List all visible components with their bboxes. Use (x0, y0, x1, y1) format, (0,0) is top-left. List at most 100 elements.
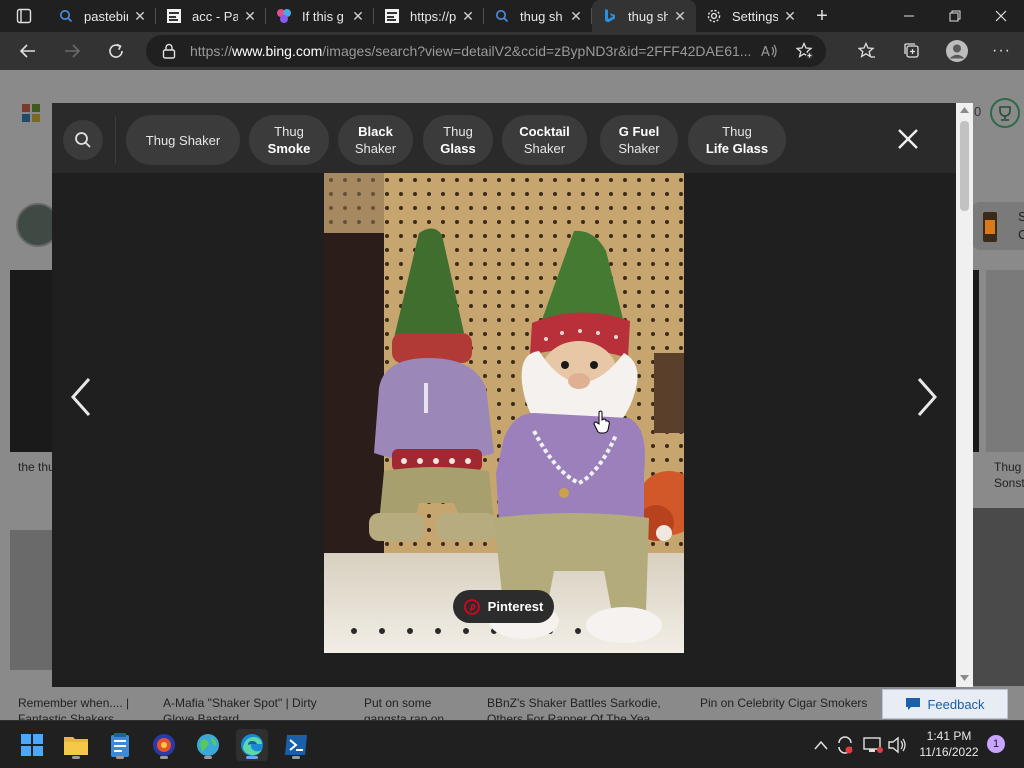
restore-button[interactable] (932, 0, 978, 32)
result-image[interactable] (10, 270, 52, 452)
windows-logo-icon (21, 734, 43, 756)
result-image[interactable] (10, 530, 52, 670)
related-chip-cocktail-shaker[interactable]: Cocktail Shaker (502, 115, 587, 165)
tray-update-icon[interactable] (834, 731, 856, 759)
tab-title: Settings (732, 8, 778, 24)
page-scrollbar[interactable] (956, 103, 973, 687)
divider (115, 116, 116, 164)
address-bar[interactable]: https://www.bing.com/images/search?view=… (146, 35, 826, 67)
chip-label: Thug (443, 124, 473, 139)
back-arrow-icon (19, 44, 35, 58)
related-chip-gfuel-shaker[interactable]: G Fuel Shaker (600, 115, 678, 165)
image-detail-overlay: Thug Shaker Thug Smoke Black Shaker Thug… (52, 103, 956, 687)
back-button[interactable] (6, 32, 50, 70)
result-caption[interactable]: BBnZ's Shaker Battles Sarkodie, (487, 696, 661, 711)
sync-icon (838, 736, 853, 754)
related-chip-thug-shaker[interactable]: Thug Shaker (126, 115, 240, 165)
close-tab-icon[interactable]: ✕ (242, 8, 258, 24)
feedback-button[interactable]: Feedback (882, 689, 1008, 719)
feedback-label: Feedback (927, 696, 985, 712)
related-chip-thug-smoke[interactable]: Thug Smoke (249, 115, 329, 165)
close-tab-icon[interactable]: ✕ (568, 8, 584, 24)
main-image[interactable] (324, 173, 684, 653)
taskbar-app-red[interactable] (148, 729, 180, 761)
clock-time: 1:41 PM (926, 729, 972, 743)
tab-thug-bing-active[interactable]: thug sh ✕ (592, 0, 696, 32)
forward-button[interactable] (50, 32, 94, 70)
start-button[interactable] (16, 729, 48, 761)
volume-icon (888, 736, 906, 754)
refresh-button[interactable] (94, 32, 138, 70)
close-overlay-button[interactable] (892, 123, 924, 155)
rewards-trophy-icon[interactable] (990, 98, 1020, 128)
previous-image-button[interactable] (66, 373, 96, 421)
close-tab-icon[interactable]: ✕ (132, 8, 148, 24)
tab-if-this[interactable]: If this g ✕ (266, 0, 374, 32)
result-caption[interactable]: Put on some (364, 696, 431, 711)
result-image[interactable] (986, 270, 1024, 452)
taskbar-clock[interactable]: 1:41 PM 11/16/2022 (918, 728, 980, 760)
overlay-search-button[interactable] (63, 120, 103, 160)
scrollbar-thumb[interactable] (960, 121, 969, 211)
related-chip-thug-life-glass[interactable]: Thug Life Glass (688, 115, 786, 165)
minimize-button[interactable] (886, 0, 932, 32)
tray-overflow-button[interactable] (810, 731, 832, 759)
result-caption[interactable]: Fantastic Shakers (18, 712, 114, 720)
colorful-icon (276, 8, 292, 24)
taskbar-file-explorer[interactable] (60, 729, 92, 761)
chip-label: Thug Shaker (145, 132, 221, 148)
avatar-icon (945, 40, 968, 62)
result-caption[interactable]: Glove Bastard (163, 712, 239, 720)
lock-icon[interactable] (162, 43, 176, 59)
result-image[interactable] (973, 508, 1024, 686)
chip-label: Shaker (618, 141, 660, 156)
tab-thug-search[interactable]: thug sh ✕ (484, 0, 592, 32)
tray-network-icon[interactable] (862, 731, 884, 759)
tray-volume-icon[interactable] (886, 731, 908, 759)
next-image-button[interactable] (912, 373, 942, 421)
taskbar-terminal[interactable] (280, 729, 312, 761)
read-aloud-icon[interactable]: A (760, 42, 778, 60)
clock-date: 11/16/2022 (919, 745, 979, 759)
favorites-button[interactable] (844, 32, 889, 70)
result-caption[interactable]: Pin on Celebrity Cigar Smokers (700, 696, 867, 711)
pastebin-icon (166, 8, 182, 24)
tab-acc-pastebin[interactable]: acc - Pa ✕ (156, 0, 266, 32)
result-caption[interactable]: A-Mafia "Shaker Spot" | Dirty (163, 696, 317, 711)
tab-title: thug sh (628, 8, 668, 24)
notification-badge[interactable]: 1 (987, 735, 1005, 753)
tab-actions-icon (16, 8, 32, 24)
result-caption: the thu (18, 460, 55, 474)
tab-title: https://p (410, 8, 456, 24)
new-tab-button[interactable]: + (806, 0, 838, 32)
close-tab-icon[interactable]: ✕ (460, 8, 476, 24)
tab-https-pastebin[interactable]: https://p ✕ (374, 0, 484, 32)
close-tab-icon[interactable]: ✕ (672, 8, 688, 24)
settings-more-button[interactable]: ··· (979, 32, 1024, 70)
result-caption[interactable]: gangsta rap on (364, 712, 444, 720)
scroll-up-icon[interactable] (960, 107, 969, 113)
edge-icon (241, 734, 263, 756)
result-caption[interactable]: Others For Rapper Of The Yea (487, 712, 650, 720)
taskbar-notepad[interactable] (104, 729, 136, 761)
add-favorite-icon[interactable] (796, 42, 814, 60)
collections-button[interactable] (889, 32, 934, 70)
scroll-down-icon[interactable] (960, 675, 969, 681)
navigation-bar: https://www.bing.com/images/search?view=… (0, 32, 1024, 70)
result-caption[interactable]: Remember when.... | (18, 696, 129, 711)
tab-actions-button[interactable] (0, 0, 48, 32)
close-tab-icon[interactable]: ✕ (782, 8, 798, 24)
source-pinterest-button[interactable]: Pinterest (453, 590, 554, 623)
related-chip-thug-glass[interactable]: Thug Glass (423, 115, 493, 165)
close-icon (898, 129, 918, 149)
tab-settings[interactable]: Settings ✕ (696, 0, 806, 32)
taskbar-globe-app[interactable] (192, 729, 224, 761)
profile-button[interactable] (934, 32, 979, 70)
taskbar-edge[interactable] (236, 729, 268, 761)
tab-pastebin-search[interactable]: pastebin ✕ (48, 0, 156, 32)
result-image[interactable] (973, 270, 979, 452)
url-text[interactable]: https://www.bing.com/images/search?view=… (190, 43, 752, 59)
related-chip-black-shaker[interactable]: Black Shaker (338, 115, 413, 165)
close-window-button[interactable] (978, 0, 1024, 32)
close-tab-icon[interactable]: ✕ (350, 8, 366, 24)
